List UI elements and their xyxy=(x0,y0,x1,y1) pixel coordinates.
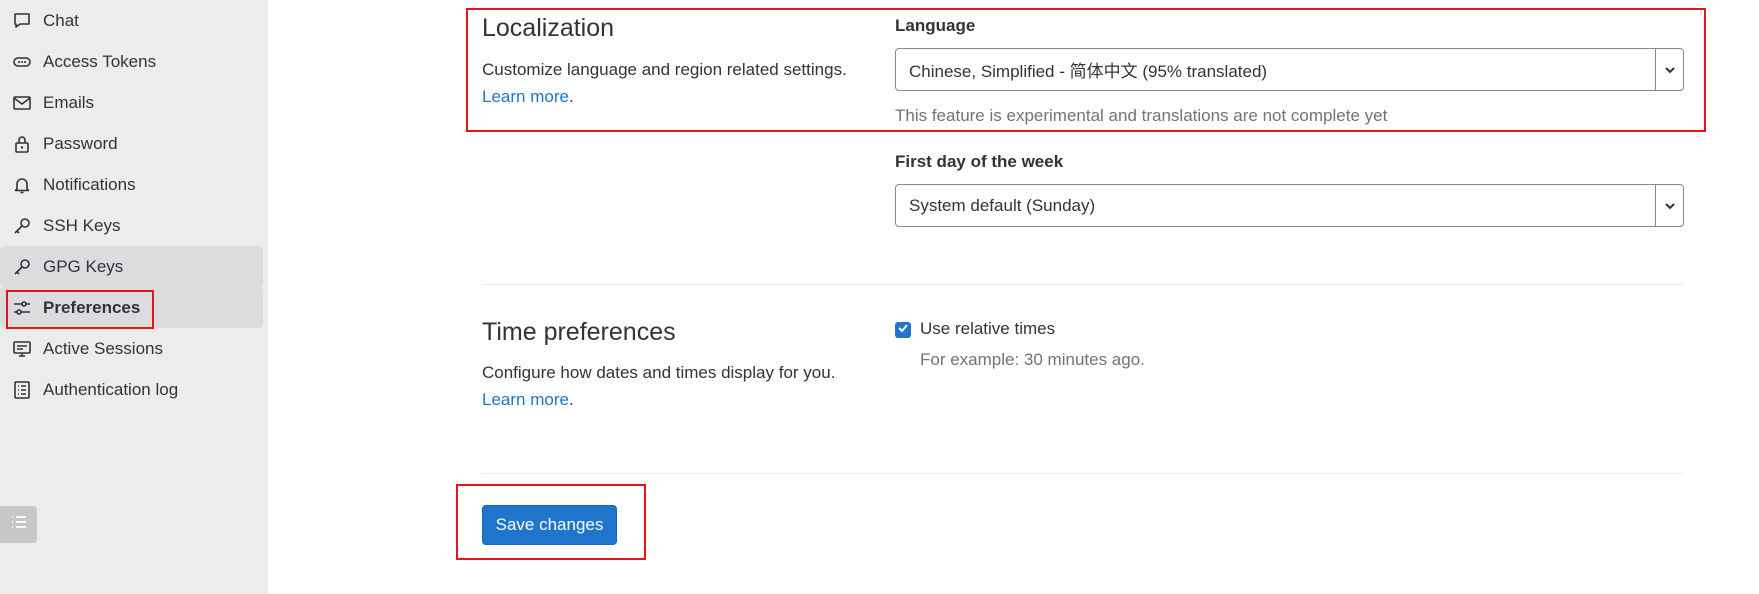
sidebar: Chat Access Tokens Emails Password Notif… xyxy=(0,0,268,594)
sidebar-item-label: Emails xyxy=(43,92,95,112)
sidebar-item-ssh-keys[interactable]: SSH Keys xyxy=(0,205,263,246)
sidebar-item-preferences[interactable]: Preferences xyxy=(0,287,263,328)
localization-description: Customize language and region related se… xyxy=(482,56,882,110)
monitor-icon xyxy=(11,338,33,360)
relative-times-checkbox[interactable] xyxy=(895,322,911,338)
sidebar-item-active-sessions[interactable]: Active Sessions xyxy=(0,328,263,369)
localization-title: Localization xyxy=(482,14,615,42)
list-icon xyxy=(9,512,29,537)
language-select-value: Chinese, Simplified - 简体中文 (95% translat… xyxy=(909,62,1268,81)
sidebar-item-access-tokens[interactable]: Access Tokens xyxy=(0,41,263,82)
language-label: Language xyxy=(895,16,976,35)
sidebar-item-gpg-keys[interactable]: GPG Keys xyxy=(0,246,263,287)
relative-times-example: For example: 30 minutes ago. xyxy=(920,350,1145,369)
period: . xyxy=(568,87,574,106)
time-preferences-title: Time preferences xyxy=(482,318,676,346)
localization-description-text: Customize language and region related se… xyxy=(482,60,847,79)
mail-icon xyxy=(11,92,33,114)
localization-learn-more-link[interactable]: Learn more xyxy=(482,87,569,106)
sidebar-item-label: Chat xyxy=(43,10,79,30)
sidebar-item-notifications[interactable]: Notifications xyxy=(0,164,263,205)
sidebar-collapse-button[interactable] xyxy=(0,506,37,543)
lock-icon xyxy=(11,133,33,155)
language-help-text: This feature is experimental and transla… xyxy=(895,106,1388,125)
sidebar-item-emails[interactable]: Emails xyxy=(0,82,263,123)
sidebar-item-authentication-log[interactable]: Authentication log xyxy=(0,369,263,410)
bell-icon xyxy=(11,174,33,196)
sidebar-item-label: Active Sessions xyxy=(43,338,163,358)
key-icon xyxy=(11,256,33,278)
relative-times-label[interactable]: Use relative times xyxy=(920,319,1055,339)
chevron-down-icon xyxy=(1655,185,1683,226)
key-icon xyxy=(11,215,33,237)
time-preferences-learn-more-link[interactable]: Learn more xyxy=(482,390,569,409)
language-select[interactable]: Chinese, Simplified - 简体中文 (95% translat… xyxy=(895,48,1684,91)
sidebar-item-label: Authentication log xyxy=(43,379,179,399)
sidebar-item-password[interactable]: Password xyxy=(0,123,263,164)
sidebar-item-label: Preferences xyxy=(43,297,141,317)
time-preferences-description: Configure how dates and times display fo… xyxy=(482,359,882,413)
period: . xyxy=(568,390,574,409)
sidebar-item-label: Access Tokens xyxy=(43,51,157,71)
time-preferences-description-text: Configure how dates and times display fo… xyxy=(482,363,836,382)
section-divider xyxy=(482,473,1683,474)
sidebar-item-label: Notifications xyxy=(43,174,136,194)
preferences-icon xyxy=(11,297,33,319)
first-day-label: First day of the week xyxy=(895,152,1064,171)
log-icon xyxy=(11,379,33,401)
chat-icon xyxy=(11,10,33,32)
section-divider xyxy=(482,284,1683,285)
sidebar-item-label: GPG Keys xyxy=(43,256,124,276)
save-changes-button[interactable]: Save changes xyxy=(482,505,617,545)
first-day-select-value: System default (Sunday) xyxy=(909,195,1096,215)
sidebar-item-chat[interactable]: Chat xyxy=(0,0,263,41)
sidebar-item-label: Password xyxy=(43,133,118,153)
check-icon xyxy=(897,321,909,339)
first-day-select[interactable]: System default (Sunday) xyxy=(895,184,1684,227)
sidebar-item-label: SSH Keys xyxy=(43,215,121,235)
token-icon xyxy=(11,51,33,73)
chevron-down-icon xyxy=(1655,49,1683,90)
